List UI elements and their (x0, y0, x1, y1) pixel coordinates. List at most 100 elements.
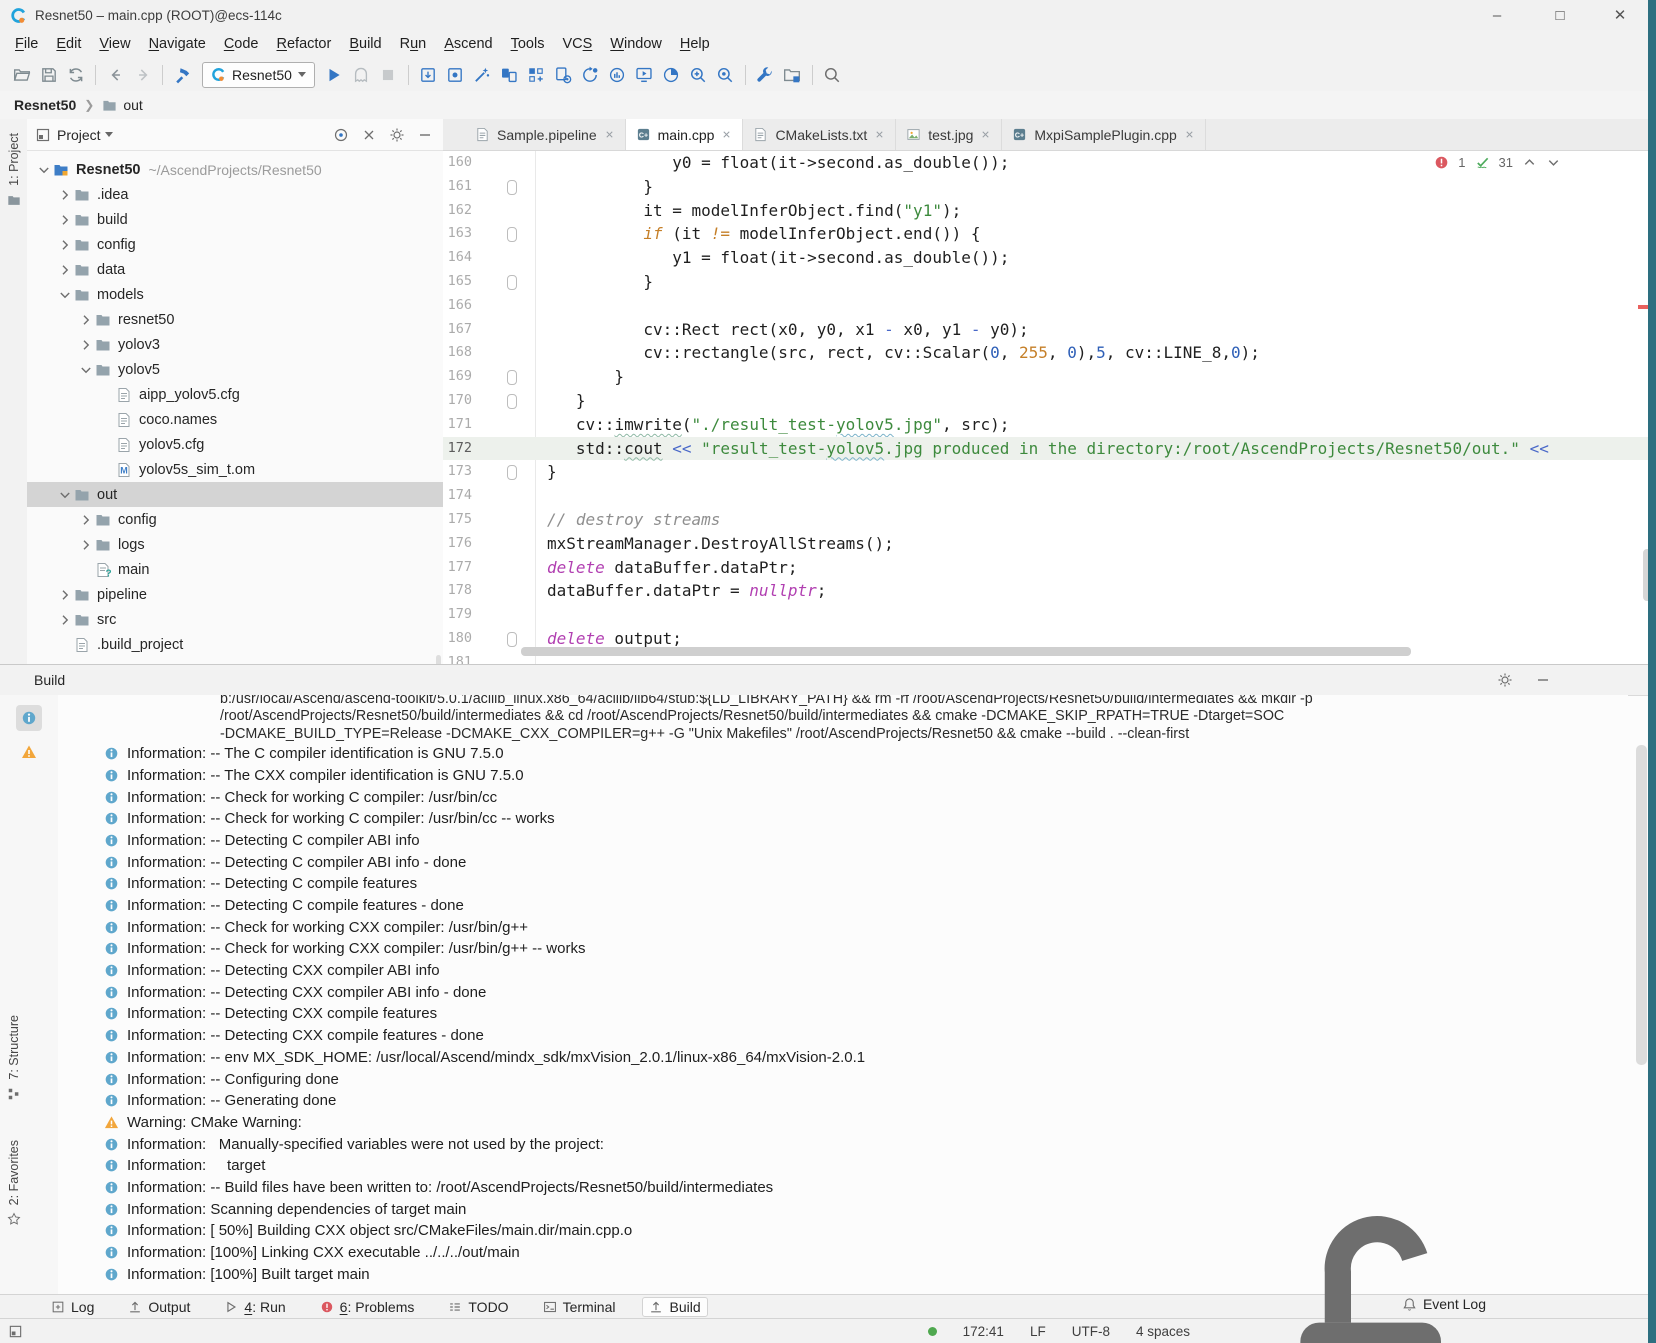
menu-ascend[interactable]: Ascend (435, 33, 501, 55)
panel-settings-button[interactable] (387, 125, 407, 145)
fold-marker-icon[interactable] (507, 632, 517, 647)
stripe-favorites-button[interactable]: 2: Favorites (0, 1140, 27, 1226)
chevron-down-icon[interactable] (56, 487, 74, 503)
show-info-toggle[interactable] (16, 705, 42, 731)
tree-item-yolov5s-sim-t-om[interactable]: Myolov5s_sim_t.om (27, 457, 443, 482)
close-tab-icon[interactable] (980, 129, 991, 140)
chevron-right-icon[interactable] (77, 337, 95, 353)
zoom-plus-button[interactable] (685, 62, 712, 88)
caret-position[interactable]: 172:41 (963, 1324, 1004, 1339)
hide-panel-button[interactable] (415, 125, 435, 145)
toolwindow-run[interactable]: 4: Run (217, 1297, 292, 1317)
locate-file-button[interactable] (331, 125, 351, 145)
circle-badge-button[interactable] (577, 62, 604, 88)
chevron-right-icon[interactable] (56, 187, 74, 203)
tree-item-main[interactable]: ?main (27, 557, 443, 582)
profile-button[interactable] (348, 62, 375, 88)
zoom-dot-button[interactable] (712, 62, 739, 88)
wand-button[interactable] (469, 62, 496, 88)
stripe-structure-button[interactable]: 7: Structure (0, 1015, 27, 1101)
chevron-right-icon[interactable] (77, 537, 95, 553)
close-tab-icon[interactable] (604, 129, 615, 140)
tab-mxpisampleplugin-cpp[interactable]: C+MxpiSamplePlugin.cpp (1002, 119, 1205, 150)
tree-item-aipp-yolov5-cfg[interactable]: aipp_yolov5.cfg (27, 382, 443, 407)
menu-file[interactable]: File (6, 33, 47, 55)
pages-convert-button[interactable] (496, 62, 523, 88)
search-button[interactable] (819, 62, 846, 88)
pages-sync-button[interactable] (550, 62, 577, 88)
toolwindow-log[interactable]: Log (44, 1297, 101, 1317)
inspections-widget[interactable]: 1 31 (1434, 155, 1561, 170)
run-button[interactable] (321, 62, 348, 88)
fold-marker-icon[interactable] (507, 465, 517, 480)
tab-test-jpg[interactable]: test.jpg (896, 119, 1002, 150)
file-encoding[interactable]: UTF-8 (1072, 1324, 1110, 1339)
chevron-right-icon[interactable] (56, 587, 74, 603)
next-problem-icon[interactable] (1546, 155, 1561, 170)
menu-vcs[interactable]: VCS (553, 33, 601, 55)
code-area[interactable]: 160 y0 = float(it->second.as_double());1… (443, 151, 1656, 664)
tree-item-yolov5[interactable]: yolov5 (27, 357, 443, 382)
tree-item-out[interactable]: out (27, 482, 443, 507)
indent-setting[interactable]: 4 spaces (1136, 1324, 1190, 1339)
tree-item-src[interactable]: src (27, 607, 443, 632)
menu-tools[interactable]: Tools (502, 33, 554, 55)
tree-item-build[interactable]: build (27, 207, 443, 232)
box-download-button[interactable] (415, 62, 442, 88)
chevron-right-icon[interactable] (77, 312, 95, 328)
toolwindow-build[interactable]: Build (642, 1297, 707, 1317)
close-tab-icon[interactable] (874, 129, 885, 140)
minimize-button[interactable]: – (1474, 0, 1520, 30)
menu-view[interactable]: View (90, 33, 139, 55)
collapse-all-button[interactable] (359, 125, 379, 145)
prev-problem-icon[interactable] (1522, 155, 1537, 170)
menu-build[interactable]: Build (340, 33, 390, 55)
tree-item-yolov5-cfg[interactable]: yolov5.cfg (27, 432, 443, 457)
menu-window[interactable]: Window (601, 33, 671, 55)
monitor-run-button[interactable] (631, 62, 658, 88)
project-panel-title[interactable]: Project (57, 127, 101, 143)
tree-item--build-project[interactable]: .build_project (27, 632, 443, 657)
hide-build-panel-icon[interactable] (1535, 672, 1551, 688)
close-tab-icon[interactable] (1184, 129, 1195, 140)
tree-item-resnet50[interactable]: Resnet50~/AscendProjects/Resnet50 (27, 157, 443, 182)
chevron-right-icon[interactable] (56, 237, 74, 253)
stop-button[interactable] (375, 62, 402, 88)
tab-main-cpp[interactable]: C+main.cpp (626, 119, 744, 150)
box-target-button[interactable] (442, 62, 469, 88)
folder-badge-button[interactable] (779, 62, 806, 88)
fold-marker-icon[interactable] (507, 394, 517, 409)
fold-marker-icon[interactable] (507, 275, 517, 290)
chevron-right-icon[interactable] (56, 212, 74, 228)
stripe-project-button[interactable]: 1: Project (0, 133, 27, 207)
build-settings-icon[interactable] (1497, 672, 1513, 688)
close-button[interactable]: ✕ (1597, 0, 1643, 30)
sync-button[interactable] (62, 62, 89, 88)
save-button[interactable] (35, 62, 62, 88)
fold-marker-icon[interactable] (507, 370, 517, 385)
tree-item-config[interactable]: config (27, 232, 443, 257)
chevron-down-icon[interactable] (77, 362, 95, 378)
hammer-button[interactable] (169, 62, 196, 88)
menu-run[interactable]: Run (391, 33, 436, 55)
tab-cmakelists-txt[interactable]: CMakeLists.txt (743, 119, 896, 150)
back-button[interactable] (102, 62, 129, 88)
build-scrollbar-thumb[interactable] (1636, 745, 1647, 1065)
menu-edit[interactable]: Edit (47, 33, 90, 55)
tree-item-yolov3[interactable]: yolov3 (27, 332, 443, 357)
tree-item-config[interactable]: config (27, 507, 443, 532)
blocks-button[interactable] (523, 62, 550, 88)
chevron-down-icon[interactable] (56, 287, 74, 303)
close-tab-icon[interactable] (721, 129, 732, 140)
menu-code[interactable]: Code (215, 33, 268, 55)
toolwindow-problems[interactable]: 6: Problems (313, 1297, 422, 1317)
breadcrumb-project[interactable]: Resnet50 (14, 97, 76, 113)
breadcrumb-folder[interactable]: out (123, 97, 142, 113)
tool-window-switcher-icon[interactable] (8, 1324, 23, 1339)
toolwindow-todo[interactable]: TODO (441, 1297, 515, 1317)
tree-item-pipeline[interactable]: pipeline (27, 582, 443, 607)
maximize-button[interactable]: □ (1537, 0, 1583, 30)
tab-sample-pipeline[interactable]: Sample.pipeline (465, 119, 626, 150)
toolwindow-output[interactable]: Output (121, 1297, 197, 1317)
wrench-button[interactable] (752, 62, 779, 88)
